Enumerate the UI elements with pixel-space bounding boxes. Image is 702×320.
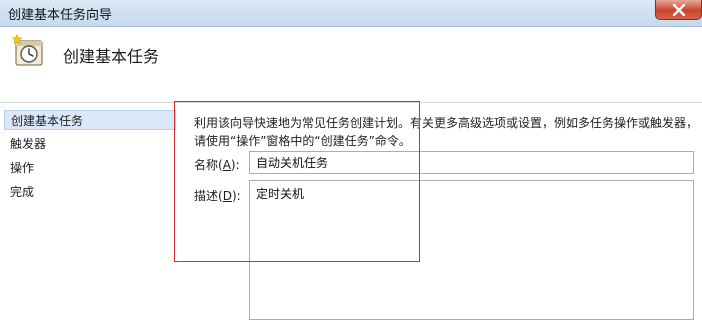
task-name-input[interactable]	[249, 151, 694, 174]
name-label: 名称(A):	[194, 158, 240, 172]
step-finish[interactable]: 完成	[4, 182, 176, 202]
step-trigger[interactable]: 触发器	[4, 134, 176, 154]
wizard-description: 利用该向导快速地为常见任务创建计划。有关更多高级选项或设置，例如多任务操作或触发…	[194, 116, 699, 148]
task-clock-icon	[12, 34, 43, 66]
step-action[interactable]: 操作	[4, 158, 176, 178]
close-button[interactable]	[655, 0, 702, 20]
wizard-content: 利用该向导快速地为常见任务创建计划。有关更多高级选项或设置，例如多任务操作或触发…	[180, 103, 702, 320]
wizard-header: 创建基本任务	[0, 27, 702, 102]
title-bar: 创建基本任务向导	[0, 0, 702, 27]
close-icon	[672, 3, 685, 16]
wizard-steps-sidebar: 创建基本任务 触发器 操作 完成	[0, 103, 180, 308]
task-description-field[interactable]: 定时关机	[249, 180, 694, 320]
description-label: 描述(D):	[194, 189, 241, 203]
step-create-basic-task[interactable]: 创建基本任务	[4, 110, 176, 130]
page-title: 创建基本任务	[63, 47, 160, 66]
window-title: 创建基本任务向导	[8, 8, 113, 23]
